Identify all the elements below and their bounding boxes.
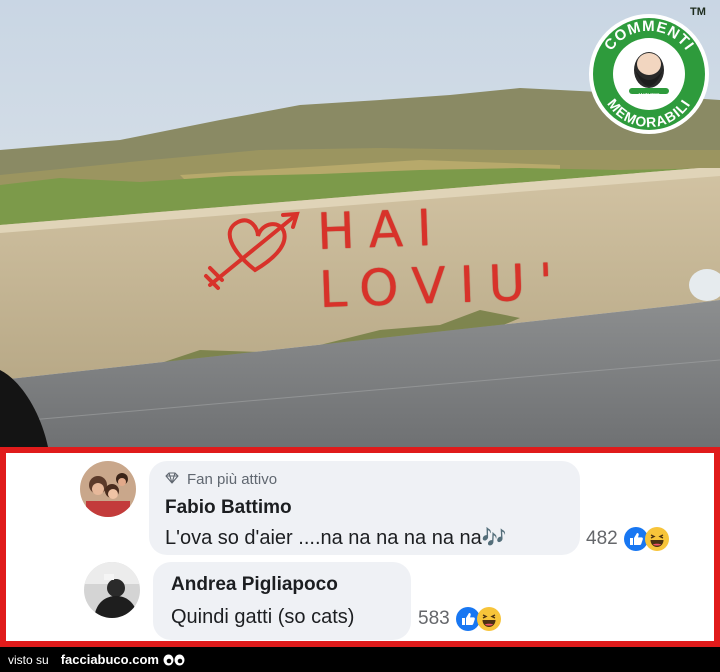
comments-panel: Fan più attivo Fabio Battimo L'ova so d'… <box>0 447 720 647</box>
comment-author[interactable]: Andrea Pigliapoco <box>171 574 338 596</box>
reaction-summary[interactable]: 583 <box>418 607 501 631</box>
comment-bubble[interactable]: Andrea Pigliapoco Quindi gatti (so cats) <box>153 562 411 640</box>
reaction-summary[interactable]: 482 <box>586 527 669 551</box>
avatar[interactable] <box>80 461 136 517</box>
comment-bubble[interactable]: Fan più attivo Fabio Battimo L'ova so d'… <box>149 461 580 555</box>
graffiti-text: HAI LOVIU' <box>316 198 568 319</box>
eyes-icon <box>163 654 185 666</box>
site-link[interactable]: facciabuco.com <box>61 652 159 667</box>
comment-text: L'ova so d'aier ....na na na na na na🎶 <box>165 527 507 549</box>
seen-on-label: visto su <box>8 652 49 667</box>
diamond-icon <box>165 471 179 488</box>
commenti-memorabili-logo: COMMENTI MEMORABILI MATI PER IGNORARE <box>580 10 718 136</box>
meme-photo: HAI LOVIU' TM COMMENTI MEMORABILI MATI P… <box>0 0 720 447</box>
reaction-count: 583 <box>418 608 450 629</box>
top-fan-label: Fan più attivo <box>187 471 278 488</box>
comment-author[interactable]: Fabio Battimo <box>165 497 292 519</box>
haha-reaction-icon <box>644 527 669 551</box>
reaction-count: 482 <box>586 528 618 549</box>
footer-bar: visto su facciabuco.com <box>0 647 720 672</box>
haha-reaction-icon <box>476 607 501 631</box>
screenshot: HAI LOVIU' TM COMMENTI MEMORABILI MATI P… <box>0 0 720 672</box>
top-fan-badge: Fan più attivo <box>165 471 277 488</box>
comment-text: Quindi gatti (so cats) <box>171 606 355 628</box>
avatar[interactable] <box>84 562 140 618</box>
svg-text:IGNORARE: IGNORARE <box>637 97 661 102</box>
